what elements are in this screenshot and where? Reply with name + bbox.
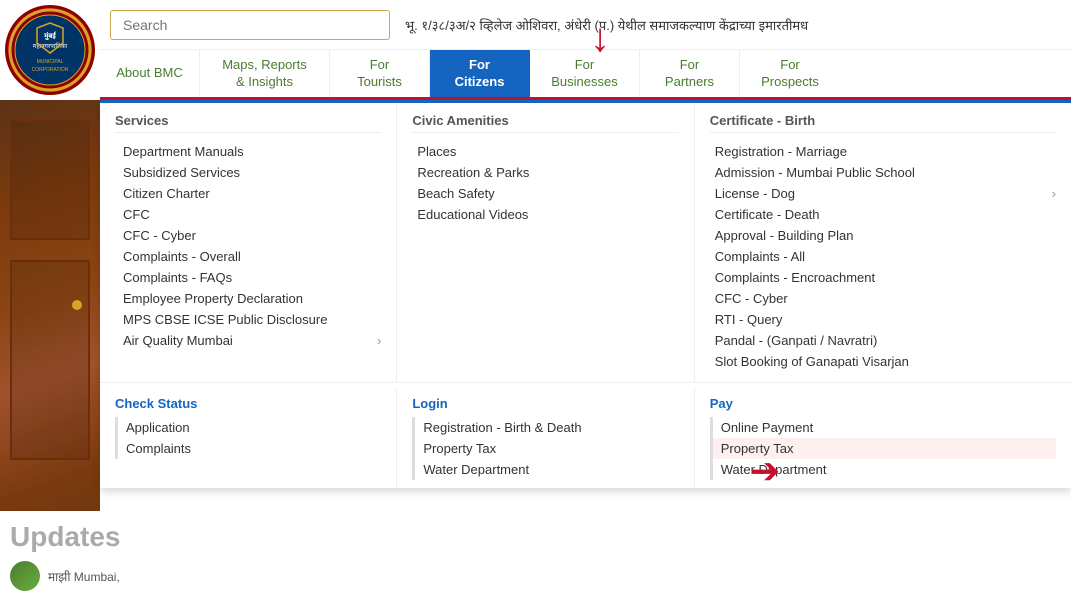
login-header: Login [412,396,678,411]
menu-item-online-payment[interactable]: Online Payment [710,417,1056,438]
menu-item-subsidized[interactable]: Subsidized Services [115,162,381,183]
pay-header: Pay [710,396,1056,411]
menu-item-cert-death[interactable]: Certificate - Death [710,204,1056,225]
dropdown-col-services: Services Department Manuals Subsidized S… [100,103,397,382]
update-text: माझी Mumbai, [48,568,120,585]
updates-title: Updates [10,521,150,553]
nav-for-prospects[interactable]: ForProspects [740,50,840,97]
menu-item-slot-booking[interactable]: Slot Booking of Ganapati Visarjan [710,351,1056,372]
marquee-text: भू. १/३८/३अ/२ व्हिलेज ओशिवरा, अंधेरी (प.… [405,16,1061,34]
menu-item-places[interactable]: Places [412,141,678,162]
menu-item-application[interactable]: Application [115,417,381,438]
menu-item-login-water[interactable]: Water Department [412,459,678,480]
menu-item-cfc[interactable]: CFC [115,204,381,225]
nav-for-tourists[interactable]: ForTourists [330,50,430,97]
check-status-header: Check Status [115,396,381,411]
dropdown-col-certs: Certificate - Birth Registration - Marri… [695,103,1071,382]
menu-item-citizen-charter[interactable]: Citizen Charter [115,183,381,204]
search-input[interactable] [110,10,390,40]
menu-item-admission-mumbai[interactable]: Admission - Mumbai Public School [710,162,1056,183]
logo[interactable]: मुंबई महानगरपालिका MUNICIPAL CORPORATION [5,5,95,95]
updates-section: Updates माझी Mumbai, [0,511,160,601]
menu-item-reg-marriage[interactable]: Registration - Marriage [710,141,1056,162]
update-item: माझी Mumbai, [10,561,150,591]
svg-text:CORPORATION: CORPORATION [32,67,69,73]
menu-item-cfc-cyber[interactable]: CFC - Cyber [115,225,381,246]
down-arrow-indicator: ↓ [590,18,610,58]
col-certs-header: Certificate - Birth [710,113,1056,133]
menu-item-complaints-all[interactable]: Complaints - All [710,246,1056,267]
col-civic-header: Civic Amenities [412,113,678,133]
svg-text:मुंबई: मुंबई [43,31,57,41]
nav-maps-reports[interactable]: Maps, Reports& Insights [200,50,330,97]
nav-about-bmc[interactable]: About BMC [100,50,200,97]
menu-item-pandal[interactable]: Pandal - (Ganpati / Navratri) [710,330,1056,351]
dropdown-col-login: Login Registration - Birth & Death Prope… [397,388,694,488]
dropdown-col-civic: Civic Amenities Places Recreation & Park… [397,103,694,382]
menu-item-mps-cbse[interactable]: MPS CBSE ICSE Public Disclosure [115,309,381,330]
menu-item-cfc-cyber2[interactable]: CFC - Cyber [710,288,1056,309]
dropdown-col-check-status: Check Status Application Complaints [100,388,397,488]
menu-item-approval-bldg[interactable]: Approval - Building Plan [710,225,1056,246]
menu-item-complaints-status[interactable]: Complaints [115,438,381,459]
menu-item-complaints-overall[interactable]: Complaints - Overall [115,246,381,267]
dropdown-menu: Services Department Manuals Subsidized S… [100,100,1071,488]
menu-item-employee-prop[interactable]: Employee Property Declaration [115,288,381,309]
menu-item-rti-query[interactable]: RTI - Query [710,309,1056,330]
menu-item-login-prop-tax[interactable]: Property Tax [412,438,678,459]
col-services-header: Services [115,113,381,133]
right-arrow-indicator: ➔ [750,453,780,489]
menu-item-air-quality[interactable]: Air Quality Mumbai › [115,330,381,351]
svg-text:MUNICIPAL: MUNICIPAL [37,59,64,65]
menu-item-dept-manuals[interactable]: Department Manuals [115,141,381,162]
menu-item-login-reg-birth[interactable]: Registration - Birth & Death [412,417,678,438]
nav-for-citizens[interactable]: ForCitizens [430,50,530,97]
update-avatar [10,561,40,591]
nav-for-partners[interactable]: ForPartners [640,50,740,97]
menu-item-license-dog[interactable]: License - Dog › [710,183,1056,204]
nav-for-businesses[interactable]: ForBusinesses [530,50,640,97]
menu-item-complaints-faqs[interactable]: Complaints - FAQs [115,267,381,288]
menu-item-complaints-encr[interactable]: Complaints - Encroachment [710,267,1056,288]
menu-item-recreation[interactable]: Recreation & Parks [412,162,678,183]
menu-item-beach-safety[interactable]: Beach Safety [412,183,678,204]
menu-item-edu-videos[interactable]: Educational Videos [412,204,678,225]
